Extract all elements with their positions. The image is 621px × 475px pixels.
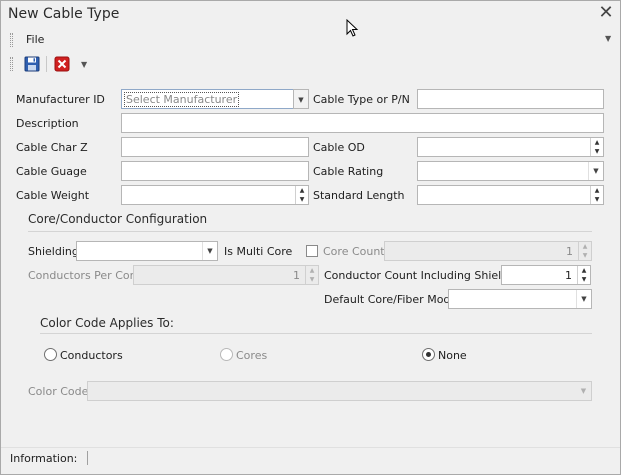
conductors-radio[interactable] (44, 348, 57, 361)
menu-bar (1, 30, 620, 50)
spinner-icon[interactable]: ▲ ▼ (295, 186, 308, 204)
color-code-dropdown[interactable]: ▼ (87, 381, 592, 401)
new-cable-type-window: New Cable Type ✕ File ▼ ▼ Manufacturer I… (0, 0, 621, 475)
status-bar (1, 447, 620, 474)
spinner-icon[interactable]: ▲ ▼ (590, 138, 603, 156)
is-multi-core-checkbox[interactable] (306, 245, 318, 257)
conductors-per-core-label: Conductors Per Core (28, 269, 141, 282)
cable-od-spinner[interactable]: ▲ ▼ (417, 137, 604, 157)
core-count-spinner[interactable]: 1 ▲ ▼ (384, 241, 592, 261)
core-config-divider (28, 231, 592, 232)
shielding-dropdown[interactable]: ▼ (76, 241, 218, 261)
default-mode-label: Default Core/Fiber Mode (324, 293, 458, 306)
toolbar-separator (46, 56, 47, 72)
spinner-icon[interactable]: ▲ ▼ (305, 266, 318, 284)
chevron-down-icon[interactable]: ▼ (588, 162, 603, 180)
delete-dropdown-chevron-icon[interactable]: ▼ (81, 60, 87, 69)
none-radio[interactable] (422, 348, 435, 361)
conductors-radio-label: Conductors (60, 349, 123, 362)
core-count-value: 1 (566, 245, 573, 258)
manufacturer-id-placeholder: Select Manufacturer (124, 92, 240, 107)
conductor-count-shield-spinner[interactable]: 1 ▲ ▼ (501, 265, 591, 285)
color-code-label: Color Code (28, 385, 89, 398)
description-label: Description (16, 117, 79, 130)
cable-weight-label: Cable Weight (16, 189, 90, 202)
conductor-count-shield-value: 1 (565, 269, 572, 282)
conductors-per-core-spinner[interactable]: 1 ▲ ▼ (133, 265, 319, 285)
menu-overflow-chevron-icon[interactable]: ▼ (605, 34, 611, 43)
cable-char-z-label: Cable Char Z (16, 141, 88, 154)
manufacturer-id-dropdown[interactable]: Select Manufacturer ▼ (121, 89, 309, 109)
cable-guage-input[interactable] (121, 161, 309, 181)
save-icon[interactable] (24, 56, 40, 72)
menu-grip-icon (10, 33, 13, 47)
spinner-icon[interactable]: ▲ ▼ (590, 186, 603, 204)
is-multi-core-label: Is Multi Core (224, 245, 293, 258)
cable-type-label: Cable Type or P/N (313, 93, 410, 106)
standard-length-spinner[interactable]: ▲ ▼ (417, 185, 604, 205)
toolbar-grip-icon (10, 57, 13, 71)
default-mode-dropdown[interactable]: ▼ (448, 289, 592, 309)
cable-rating-label: Cable Rating (313, 165, 384, 178)
chevron-down-icon[interactable]: ▼ (293, 89, 309, 109)
color-code-divider (40, 333, 592, 334)
shielding-label: Shielding (28, 245, 79, 258)
core-count-label: Core Count (323, 245, 385, 258)
window-title: New Cable Type (8, 6, 120, 22)
cable-type-input[interactable] (417, 89, 604, 109)
status-separator (87, 451, 88, 465)
cable-od-label: Cable OD (313, 141, 365, 154)
cable-char-z-input[interactable] (121, 137, 309, 157)
conductors-per-core-value: 1 (293, 269, 300, 282)
information-label: Information: (10, 452, 78, 465)
standard-length-label: Standard Length (313, 189, 405, 202)
cable-weight-spinner[interactable]: ▲ ▼ (121, 185, 309, 205)
chevron-down-icon[interactable]: ▼ (576, 290, 591, 308)
color-code-title: Color Code Applies To: (40, 316, 174, 330)
description-input[interactable] (121, 113, 604, 133)
core-config-title: Core/Conductor Configuration (28, 212, 208, 226)
conductor-count-shield-label: Conductor Count Including Shield(s) (324, 269, 523, 282)
cable-guage-label: Cable Guage (16, 165, 87, 178)
cores-radio-label: Cores (236, 349, 268, 362)
spinner-icon[interactable]: ▲ ▼ (578, 242, 591, 260)
cable-rating-dropdown[interactable]: ▼ (417, 161, 604, 181)
chevron-down-icon[interactable]: ▼ (576, 382, 591, 400)
delete-icon[interactable] (54, 56, 70, 72)
cores-radio[interactable] (220, 348, 233, 361)
spinner-icon[interactable]: ▲ ▼ (577, 266, 590, 284)
close-icon[interactable]: ✕ (598, 4, 614, 22)
none-radio-label: None (438, 349, 467, 362)
manufacturer-id-label: Manufacturer ID (16, 93, 105, 106)
menu-file[interactable]: File (26, 33, 44, 46)
toolbar (1, 54, 620, 76)
chevron-down-icon[interactable]: ▼ (202, 242, 217, 260)
